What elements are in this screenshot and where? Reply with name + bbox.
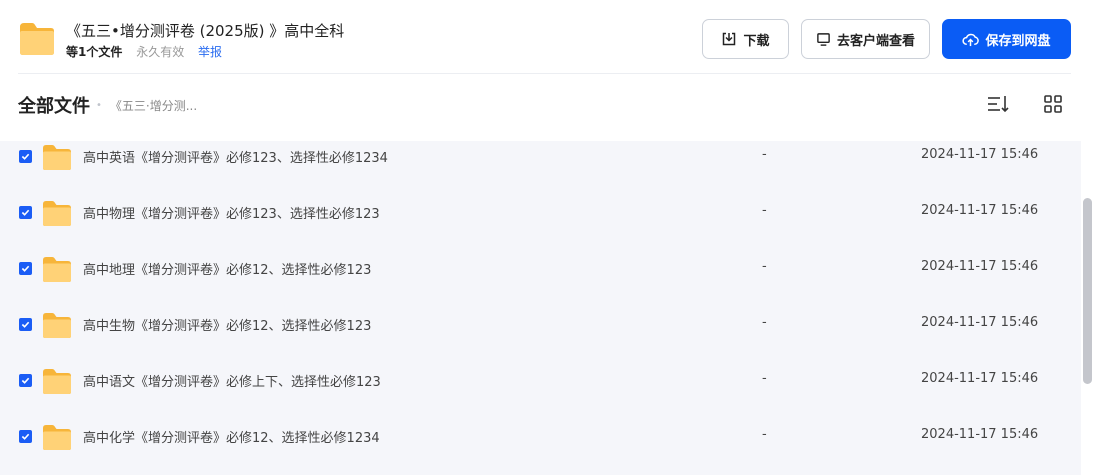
share-header: 《五三•增分测评卷 (2025版) 》高中全科 等1个文件 永久有效 举报 下载… (0, 0, 1101, 74)
file-name[interactable]: 高中化学《增分测评卷》必修12、选择性必修1234 (83, 427, 380, 446)
breadcrumb-current: 《五三·增分测... (109, 98, 198, 113)
file-count: 等1个文件 (66, 45, 123, 59)
breadcrumb: 全部文件 • 《五三·增分测... (18, 92, 197, 118)
row-checkbox[interactable] (19, 430, 32, 443)
download-label: 下载 (743, 33, 770, 49)
row-checkbox[interactable] (19, 150, 32, 163)
file-row[interactable]: 高中英语《增分测评卷》必修123、选择性必修1234 - 2024-11-17 15… (0, 141, 1081, 185)
file-date: 2024-11-17 15:46 (921, 203, 1039, 218)
share-title: 《五三•增分测评卷 (2025版) 》高中全科 (66, 22, 345, 40)
sort-icon[interactable] (986, 93, 1010, 115)
file-date: 2024-11-17 15:46 (921, 371, 1039, 386)
file-size: - (762, 427, 767, 442)
file-date: 2024-11-17 15:46 (921, 259, 1039, 274)
file-row[interactable]: 高中地理《增分测评卷》必修12、选择性必修123 - 2024-11-17 15:4… (0, 241, 1081, 297)
folder-icon (43, 425, 71, 450)
checkmark-icon (21, 209, 30, 216)
row-checkbox[interactable] (19, 262, 32, 275)
file-row[interactable]: 高中语文《增分测评卷》必修上下、选择性必修123 - 2024-11-17 15:4… (0, 353, 1081, 409)
folder-icon (43, 369, 71, 394)
download-button[interactable]: 下载 (702, 19, 789, 59)
file-name[interactable]: 高中英语《增分测评卷》必修123、选择性必修1234 (83, 147, 388, 166)
file-date: 2024-11-17 15:46 (921, 427, 1039, 442)
share-meta: 等1个文件 永久有效 举报 (66, 43, 222, 60)
row-checkbox[interactable] (19, 374, 32, 387)
file-name[interactable]: 高中地理《增分测评卷》必修12、选择性必修123 (83, 259, 371, 278)
checkmark-icon (21, 377, 30, 384)
grid-view-icon[interactable] (1043, 94, 1063, 114)
file-row[interactable]: 高中物理《增分测评卷》必修123、选择性必修123 - 2024-11-17 15:… (0, 185, 1081, 241)
row-checkbox[interactable] (19, 206, 32, 219)
scrollbar-thumb[interactable] (1083, 198, 1092, 384)
header-divider (18, 73, 1071, 74)
file-size: - (762, 371, 767, 386)
file-size: - (762, 147, 767, 162)
folder-icon (43, 313, 71, 338)
file-name[interactable]: 高中语文《增分测评卷》必修上下、选择性必修123 (83, 371, 381, 390)
file-size: - (762, 203, 767, 218)
cloud-upload-icon (962, 33, 980, 46)
breadcrumb-separator-icon: • (96, 99, 102, 111)
folder-icon (43, 257, 71, 282)
save-to-drive-label: 保存到网盘 (985, 33, 1051, 49)
file-row[interactable]: 高中生物《增分测评卷》必修12、选择性必修123 - 2024-11-17 15:4… (0, 297, 1081, 353)
file-list: 高中英语《增分测评卷》必修123、选择性必修1234 - 2024-11-17 15… (0, 141, 1081, 475)
row-checkbox[interactable] (19, 318, 32, 331)
file-size: - (762, 259, 767, 274)
download-icon (723, 32, 736, 46)
checkmark-icon (21, 265, 30, 272)
open-client-button[interactable]: 去客户端查看 (801, 19, 930, 59)
folder-icon (20, 23, 54, 55)
report-link[interactable]: 举报 (198, 45, 222, 59)
checkmark-icon (21, 433, 30, 440)
file-size: - (762, 315, 767, 330)
breadcrumb-root[interactable]: 全部文件 (18, 92, 90, 118)
file-row[interactable]: 高中化学《增分测评卷》必修12、选择性必修1234 - 2024-11-17 15:… (0, 409, 1081, 465)
folder-icon (43, 145, 71, 170)
folder-icon (43, 201, 71, 226)
file-date: 2024-11-17 15:46 (921, 315, 1039, 330)
save-to-drive-button[interactable]: 保存到网盘 (942, 19, 1071, 59)
open-client-label: 去客户端查看 (836, 33, 915, 49)
checkmark-icon (21, 321, 30, 328)
validity-label: 永久有效 (136, 45, 185, 59)
file-name[interactable]: 高中生物《增分测评卷》必修12、选择性必修123 (83, 315, 371, 334)
monitor-icon (817, 32, 830, 46)
file-date: 2024-11-17 15:46 (921, 147, 1039, 162)
file-name[interactable]: 高中物理《增分测评卷》必修123、选择性必修123 (83, 203, 380, 222)
checkmark-icon (21, 153, 30, 160)
